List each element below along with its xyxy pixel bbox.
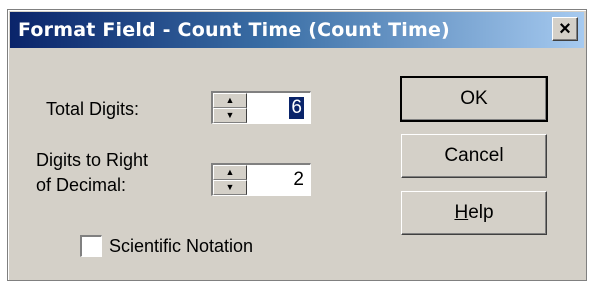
format-field-dialog: Format Field - Count Time (Count Time) ×… xyxy=(7,9,587,281)
help-button-label: Help xyxy=(454,202,493,224)
cancel-button[interactable]: Cancel xyxy=(401,134,547,178)
decimal-digits-spin-buttons: ▲ ▼ xyxy=(213,165,247,195)
total-digits-value[interactable]: 6 xyxy=(289,97,304,119)
decimal-digits-label-line1: Digits to Right xyxy=(36,150,149,170)
scientific-notation-label[interactable]: Scientific Notation xyxy=(109,235,253,257)
decimal-digits-value[interactable]: 2 xyxy=(293,169,304,191)
window-title: Format Field - Count Time (Count Time) xyxy=(18,19,450,41)
spin-up-icon[interactable]: ▲ xyxy=(213,165,247,180)
scientific-notation-checkbox[interactable] xyxy=(80,235,102,257)
help-label-rest: elp xyxy=(468,202,494,223)
total-digits-spin-buttons: ▲ ▼ xyxy=(213,93,247,123)
total-digits-label: Total Digits: xyxy=(46,99,140,119)
close-button[interactable]: × xyxy=(552,17,578,41)
ok-button[interactable]: OK xyxy=(400,76,548,122)
decimal-digits-spinner[interactable]: ▲ ▼ 2 xyxy=(211,163,311,196)
spin-up-icon[interactable]: ▲ xyxy=(213,93,247,108)
cancel-button-label: Cancel xyxy=(444,145,504,166)
title-bar[interactable]: Format Field - Count Time (Count Time) × xyxy=(10,12,584,48)
total-digits-spinner[interactable]: ▲ ▼ 6 xyxy=(211,91,311,124)
decimal-digits-label-line2: of Decimal: xyxy=(36,175,127,195)
help-accelerator: H xyxy=(454,202,469,223)
ok-button-label: OK xyxy=(460,88,488,109)
help-button[interactable]: Help xyxy=(401,191,547,235)
spin-down-icon[interactable]: ▼ xyxy=(213,108,247,123)
spin-down-icon[interactable]: ▼ xyxy=(213,180,247,195)
close-icon: × xyxy=(559,18,571,40)
